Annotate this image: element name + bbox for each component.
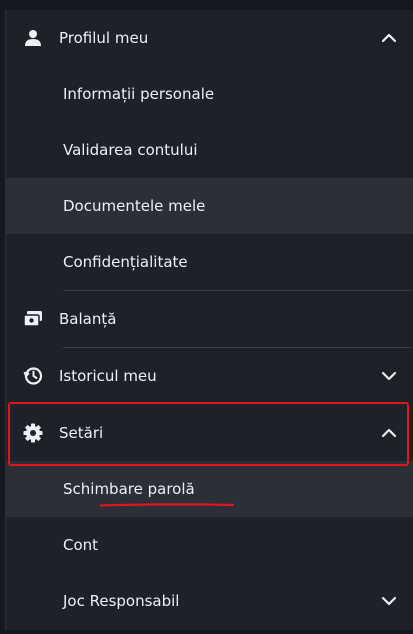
submenu-item-privacy[interactable]: Confidențialitate <box>6 234 413 290</box>
account-menu-panel: Profilul meu Informații personale Valida… <box>5 10 413 630</box>
user-icon <box>23 28 43 48</box>
submenu-item-label: Documentele mele <box>63 197 206 215</box>
menu-item-profile[interactable]: Profilul meu <box>6 10 413 66</box>
submenu-item-label: Informații personale <box>63 85 215 103</box>
submenu-item-label: Validarea contului <box>63 141 198 159</box>
menu-item-balance[interactable]: Balanță <box>6 291 413 347</box>
submenu-item-label: Cont <box>63 536 99 554</box>
history-icon <box>23 366 43 386</box>
chevron-down-icon[interactable] <box>380 367 398 385</box>
submenu-item-account[interactable]: Cont <box>6 517 413 573</box>
menu-item-label: Profilul meu <box>59 29 149 47</box>
gear-icon <box>23 423 43 443</box>
submenu-item-label: Schimbare parolă <box>63 480 195 498</box>
menu-item-settings[interactable]: Setări <box>6 405 413 461</box>
submenu-item-responsible-gaming[interactable]: Joc Responsabil <box>6 573 413 629</box>
submenu-item-label: Joc Responsabil <box>63 592 180 610</box>
submenu-item-personal-info[interactable]: Informații personale <box>6 66 413 122</box>
menu-item-label: Setări <box>59 424 104 442</box>
chevron-up-icon[interactable] <box>380 29 398 47</box>
chevron-down-icon[interactable] <box>380 592 398 610</box>
chevron-up-icon[interactable] <box>380 424 398 442</box>
menu-item-label: Balanță <box>59 310 117 328</box>
submenu-item-change-password[interactable]: Schimbare parolă <box>6 461 413 517</box>
submenu-item-label: Confidențialitate <box>63 253 188 271</box>
submenu-item-account-validation[interactable]: Validarea contului <box>6 122 413 178</box>
menu-item-history[interactable]: Istoricul meu <box>6 348 413 404</box>
menu-item-label: Istoricul meu <box>59 367 157 385</box>
submenu-item-my-documents[interactable]: Documentele mele <box>6 178 413 234</box>
wallet-icon <box>23 309 43 329</box>
